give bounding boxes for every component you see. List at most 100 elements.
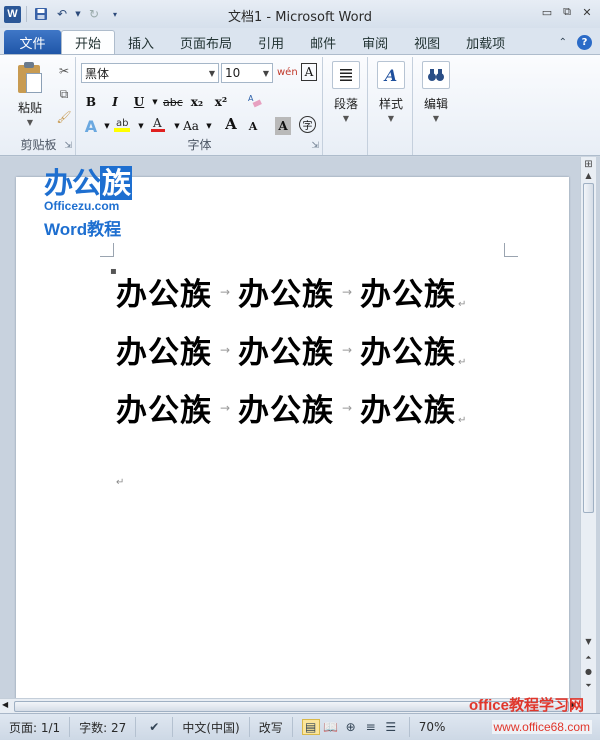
font-name-value: 黑体: [85, 66, 110, 81]
window-controls: ▭ ⧉ ✕: [540, 5, 594, 19]
tab-view[interactable]: 视图: [401, 30, 453, 54]
minimize-icon[interactable]: ▭: [540, 5, 554, 19]
next-page-icon[interactable]: ⏷: [581, 681, 596, 695]
overtype-mode[interactable]: 改写: [250, 717, 293, 737]
svg-text:ab: ab: [116, 118, 128, 129]
underline-button[interactable]: U: [131, 93, 147, 111]
draft-view-icon[interactable]: ☰: [382, 719, 400, 735]
help-icon[interactable]: ?: [577, 34, 592, 50]
print-layout-icon[interactable]: ▤: [301, 719, 320, 735]
font-name-combo[interactable]: 黑体 ▼: [81, 63, 219, 83]
styles-icon: A: [377, 61, 405, 89]
line-word: 办公族: [238, 277, 334, 313]
margin-corner-top-left: [100, 243, 114, 257]
phonetic-guide-button[interactable]: wén: [277, 63, 298, 81]
chevron-down-icon: ▼: [208, 68, 216, 78]
font-size-combo[interactable]: 10 ▼: [221, 63, 273, 83]
save-icon[interactable]: [32, 5, 50, 23]
zoom-level[interactable]: 70%: [410, 717, 455, 737]
status-bar: 页面: 1/1 字数: 27 ✔ 中文(中国) 改写 ▤ 📖 ⊕ ≡ ☰ 70%…: [0, 713, 600, 740]
clear-formatting-icon[interactable]: A: [247, 91, 263, 109]
editing-button[interactable]: 编辑 ▼: [416, 61, 456, 123]
bold-button[interactable]: B: [83, 93, 99, 111]
clipboard-dialog-launcher-icon[interactable]: ⇲: [64, 141, 72, 151]
margin-corner-top-right: [504, 243, 518, 257]
tab-mark: →: [219, 342, 231, 357]
watermark: office教程学习网: [469, 694, 584, 715]
change-case-button[interactable]: Aa: [183, 117, 199, 135]
line-word: 办公族: [360, 335, 456, 371]
enclose-characters-button[interactable]: 字: [299, 116, 316, 133]
watermark-url: www.office68.com: [491, 720, 592, 734]
superscript-button[interactable]: x²: [213, 93, 229, 111]
format-painter-icon[interactable]: 🖌: [56, 109, 72, 125]
italic-button[interactable]: I: [107, 93, 123, 111]
paragraph-button[interactable]: 段落 ▼: [326, 61, 366, 123]
language-indicator[interactable]: 中文(中国): [173, 717, 250, 737]
shrink-font-button[interactable]: A: [245, 117, 261, 135]
undo-icon[interactable]: ↶: [53, 5, 71, 23]
document-line-2[interactable]: 办公族 → 办公族 → 办公族 ↵: [116, 327, 466, 372]
view-buttons: ▤ 📖 ⊕ ≡ ☰: [293, 717, 410, 737]
web-layout-icon[interactable]: ⊕: [342, 719, 360, 735]
tab-references[interactable]: 引用: [245, 30, 297, 54]
paragraph-mark: ↵: [458, 357, 467, 368]
page-count[interactable]: 页面: 1/1: [0, 717, 71, 737]
font-color-button[interactable]: A: [149, 115, 167, 133]
tab-home[interactable]: 开始: [61, 30, 116, 54]
previous-page-icon[interactable]: ⏶: [581, 653, 596, 667]
styles-group: A 样式 ▼: [369, 57, 413, 155]
copy-icon[interactable]: ⧉: [56, 86, 72, 102]
paste-button[interactable]: 粘贴 ▼: [10, 61, 50, 127]
select-browse-object-icon[interactable]: ●: [581, 667, 596, 681]
document-line-1[interactable]: 办公族 → 办公族 → 办公族 ↵: [116, 269, 466, 314]
character-shading-button[interactable]: A: [275, 117, 291, 135]
change-case-dropdown-icon[interactable]: ▼: [201, 117, 217, 135]
document-line-3[interactable]: 办公族 → 办公族 → 办公族 ↵: [116, 385, 466, 430]
text-effects-button[interactable]: A: [83, 117, 99, 136]
outline-view-icon[interactable]: ≡: [362, 719, 380, 735]
cut-icon[interactable]: ✂: [56, 63, 72, 79]
document-area: ▪ 办公族 → 办公族 → 办公族 ↵ 办公族 → 办公族 → 办公族 ↵ 办公…: [0, 157, 600, 713]
customize-qat-icon[interactable]: ▾: [106, 5, 124, 23]
grow-font-button[interactable]: A: [223, 115, 239, 133]
word-count[interactable]: 字数: 27: [70, 717, 137, 737]
document-page[interactable]: ▪ 办公族 → 办公族 → 办公族 ↵ 办公族 → 办公族 → 办公族 ↵ 办公…: [16, 177, 569, 713]
scroll-left-icon[interactable]: ◀: [2, 700, 8, 709]
tab-mark: →: [219, 284, 231, 299]
undo-dropdown-icon[interactable]: ▼: [74, 5, 82, 23]
subscript-button[interactable]: x₂: [189, 93, 205, 111]
close-icon[interactable]: ✕: [580, 5, 594, 19]
chevron-down-icon: ▼: [262, 68, 270, 78]
character-border-button[interactable]: A: [301, 63, 317, 81]
font-dialog-launcher-icon[interactable]: ⇲: [311, 141, 319, 151]
logo-title-b: 族: [100, 166, 133, 200]
strikethrough-button[interactable]: abc: [163, 93, 183, 111]
logo-domain: Officezu.com: [44, 199, 120, 213]
vertical-scrollbar[interactable]: ⊞ ▲ ▼ ⏶ ● ⏷: [580, 157, 596, 713]
tab-add-ins[interactable]: 加载项: [453, 30, 518, 54]
quick-access-toolbar: W ↶ ▼ ↻ ▾: [0, 5, 124, 23]
proofing-status[interactable]: ✔: [136, 717, 174, 737]
vertical-scroll-thumb[interactable]: [583, 183, 594, 513]
tab-mailings[interactable]: 邮件: [297, 30, 349, 54]
styles-button[interactable]: A 样式 ▼: [371, 61, 411, 123]
redo-icon[interactable]: ↻: [85, 5, 103, 23]
tab-file[interactable]: 文件: [4, 30, 61, 54]
tab-insert[interactable]: 插入: [115, 30, 167, 54]
restore-icon[interactable]: ⧉: [560, 5, 574, 19]
tab-review[interactable]: 审阅: [349, 30, 401, 54]
word-app-icon[interactable]: W: [4, 5, 21, 23]
highlight-button[interactable]: ab: [113, 115, 131, 133]
tab-mark: →: [341, 400, 353, 415]
scroll-down-icon[interactable]: ▼: [581, 637, 596, 651]
paste-dropdown-icon[interactable]: ▼: [10, 118, 50, 127]
full-screen-reading-icon[interactable]: 📖: [322, 719, 340, 735]
tab-page-layout[interactable]: 页面布局: [167, 30, 245, 54]
styles-dropdown-icon: ▼: [387, 114, 395, 123]
proofing-check-icon: ✔: [149, 720, 160, 734]
highlight-dropdown-icon[interactable]: ▼: [133, 117, 149, 135]
line-word: 办公族: [238, 335, 334, 371]
underline-dropdown-icon[interactable]: ▼: [147, 93, 163, 111]
minimize-ribbon-icon[interactable]: ⌃: [559, 37, 567, 48]
